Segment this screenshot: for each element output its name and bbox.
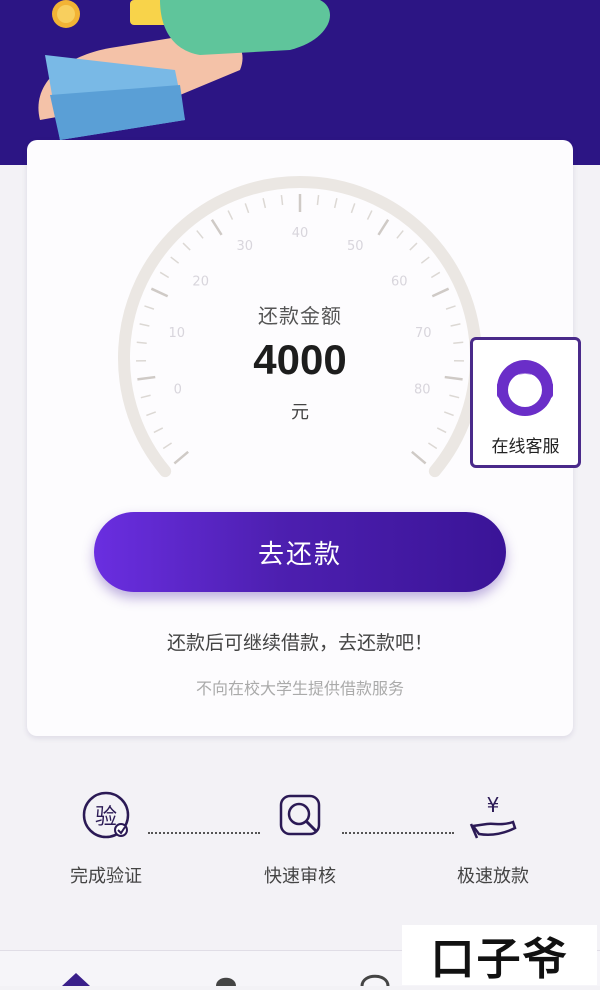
home-icon[interactable] (62, 973, 90, 986)
gauge-minor-tick (154, 428, 163, 433)
step-review: 快速审核 (250, 790, 350, 885)
step-disburse: ¥ 极速放款 (443, 790, 543, 885)
step-label: 完成验证 (56, 862, 156, 888)
step-verify: 验 完成验证 (56, 790, 156, 885)
step-connector (342, 832, 454, 834)
gauge-major-tick (151, 289, 167, 297)
gauge-minor-tick (183, 243, 190, 250)
gauge-minor-tick (368, 211, 372, 220)
gauge-tick-label: 80 (414, 382, 431, 397)
svg-text:¥: ¥ (487, 793, 500, 817)
gauge-minor-tick (410, 243, 417, 250)
headset-agent-icon (473, 340, 578, 430)
online-customer-service-button[interactable]: 在线客服 (470, 337, 581, 468)
repay-hint-text: 还款后可继续借款，去还款吧！ (0, 628, 600, 655)
gauge-minor-tick (335, 198, 337, 208)
gauge-tick-label: 30 (236, 239, 253, 254)
gauge-minor-tick (263, 198, 265, 208)
gauge-major-tick (412, 452, 426, 464)
gauge-minor-tick (437, 428, 446, 433)
gauge-minor-tick (228, 211, 232, 220)
gauge-tick-label: 0 (174, 382, 182, 397)
gauge-minor-tick (197, 231, 203, 239)
gauge-minor-tick (163, 443, 171, 449)
svg-text:验: 验 (95, 805, 117, 830)
gauge-major-tick (432, 289, 448, 297)
repay-button[interactable]: 去还款 (94, 512, 506, 592)
review-magnifier-icon (250, 790, 350, 845)
gauge-tick-label: 60 (391, 274, 408, 289)
watermark-text: 口子爷 (402, 925, 597, 985)
gauge-tick-label: 20 (192, 274, 209, 289)
gauge-major-tick (174, 452, 188, 464)
step-label: 极速放款 (443, 862, 543, 888)
repayment-amount-label: 还款金额 (0, 300, 600, 329)
gauge-tick-label: 40 (292, 226, 309, 241)
gauge-minor-tick (171, 257, 179, 263)
gauge-minor-tick (431, 272, 440, 277)
gauge-major-tick (378, 220, 388, 235)
gauge-tick-label: 50 (347, 239, 364, 254)
student-loan-notice: 不向在校大学生提供借款服务 (0, 675, 600, 699)
verify-badge-icon: 验 (56, 790, 156, 845)
gauge-major-tick (212, 220, 222, 235)
step-label: 快速审核 (250, 862, 350, 888)
gauge-minor-tick (421, 257, 429, 263)
gauge-minor-tick (397, 231, 403, 239)
yen-hand-icon: ¥ (443, 790, 543, 845)
step-connector (148, 832, 260, 834)
gauge-minor-tick (351, 203, 354, 212)
gauge-minor-tick (245, 203, 248, 212)
customer-service-label: 在线客服 (473, 432, 578, 457)
gauge-minor-tick (317, 195, 318, 205)
gauge-minor-tick (281, 195, 282, 205)
gauge-minor-tick (428, 443, 436, 449)
gauge-minor-tick (160, 272, 169, 277)
